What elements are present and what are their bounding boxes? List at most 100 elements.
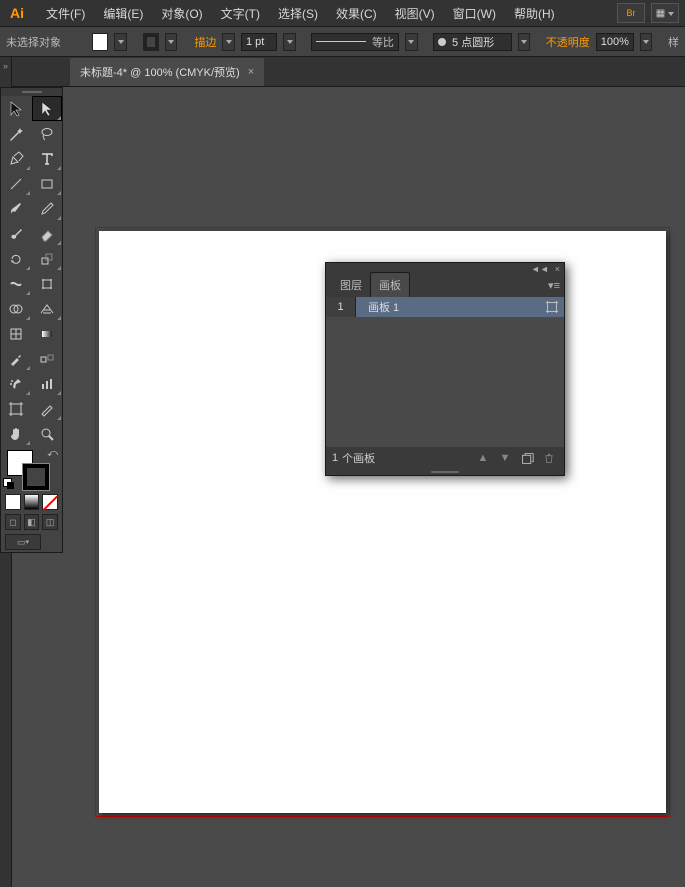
hand-tool[interactable] bbox=[1, 421, 31, 446]
style-label[interactable]: 样 bbox=[668, 34, 679, 50]
magic-wand-tool[interactable] bbox=[1, 121, 31, 146]
rectangle-tool[interactable] bbox=[32, 171, 62, 196]
stroke-swatch[interactable] bbox=[143, 33, 159, 51]
paintbrush-tool[interactable] bbox=[1, 196, 31, 221]
panel-menu-icon[interactable]: ▾≡ bbox=[548, 279, 560, 292]
gradient-tool[interactable] bbox=[32, 321, 62, 346]
color-gradient-icon[interactable] bbox=[24, 494, 40, 510]
brush-dd[interactable] bbox=[518, 33, 531, 51]
document-tab-title: 未标题-4* @ 100% (CMYK/预览) bbox=[80, 64, 240, 80]
delete-artboard-icon[interactable] bbox=[540, 450, 558, 466]
menu-file[interactable]: 文件(F) bbox=[38, 1, 93, 26]
document-tab-bar: 未标题-4* @ 100% (CMYK/预览) × bbox=[12, 57, 685, 87]
expand-dock-icon[interactable]: » bbox=[1, 61, 11, 71]
stroke-weight-field[interactable]: 1 pt bbox=[241, 33, 277, 51]
selection-tool[interactable] bbox=[1, 96, 31, 121]
shape-builder-tool[interactable] bbox=[1, 296, 31, 321]
toolbox-grip[interactable] bbox=[1, 88, 62, 96]
canvas-area[interactable]: ◄◄ × 图层 画板 ▾≡ 1 画板 1 1 个画板 ▲ ▼ bbox=[75, 87, 685, 887]
brush-field[interactable]: 5 点圆形 bbox=[433, 33, 512, 51]
panel-footer: 1 个画板 ▲ ▼ bbox=[326, 447, 564, 469]
draw-inside-icon[interactable]: ◫ bbox=[42, 514, 58, 530]
slice-tool[interactable] bbox=[32, 396, 62, 421]
blob-brush-tool[interactable] bbox=[1, 221, 31, 246]
zoom-tool[interactable] bbox=[32, 421, 62, 446]
tab-close-icon[interactable]: × bbox=[248, 66, 254, 78]
default-fill-stroke-icon[interactable] bbox=[3, 478, 15, 490]
panel-collapse-icon[interactable]: ◄◄ bbox=[531, 264, 549, 274]
stroke-color-box[interactable] bbox=[23, 464, 49, 490]
control-bar: 未选择对象 描边 1 pt 等比 5 点圆形 不透明度 100% 样 bbox=[0, 27, 685, 57]
move-up-icon[interactable]: ▲ bbox=[474, 450, 492, 466]
line-tool[interactable] bbox=[1, 171, 31, 196]
mesh-tool[interactable] bbox=[1, 321, 31, 346]
rotate-tool[interactable] bbox=[1, 246, 31, 271]
color-mode-row bbox=[1, 492, 62, 512]
brush-value: 5 点圆形 bbox=[452, 34, 494, 50]
stroke-dropdown[interactable] bbox=[165, 33, 178, 51]
profile-label: 等比 bbox=[372, 34, 394, 50]
arrange-docs-button[interactable]: ▦ bbox=[651, 3, 679, 23]
toolbox: ⤺ ◻ ◧ ◫ ▭▾ bbox=[0, 87, 63, 553]
screen-mode-row: ▭▾ bbox=[1, 532, 62, 552]
eraser-tool[interactable] bbox=[32, 221, 62, 246]
swap-fill-stroke-icon[interactable]: ⤺ bbox=[47, 448, 58, 459]
menu-edit[interactable]: 编辑(E) bbox=[95, 1, 151, 26]
menu-view[interactable]: 视图(V) bbox=[387, 1, 443, 26]
fill-dropdown[interactable] bbox=[114, 33, 127, 51]
pen-tool[interactable] bbox=[1, 146, 31, 171]
color-none-icon[interactable] bbox=[42, 494, 58, 510]
panel-resize-grip[interactable] bbox=[326, 469, 564, 475]
scale-tool[interactable] bbox=[32, 246, 62, 271]
new-artboard-icon[interactable] bbox=[518, 450, 536, 466]
menu-bar: Ai 文件(F) 编辑(E) 对象(O) 文字(T) 选择(S) 效果(C) 视… bbox=[0, 0, 685, 27]
menu-help[interactable]: 帮助(H) bbox=[506, 1, 563, 26]
selection-status: 未选择对象 bbox=[6, 34, 61, 50]
panel-body: 1 画板 1 bbox=[326, 297, 564, 447]
artboard-row[interactable]: 1 画板 1 bbox=[326, 297, 564, 317]
menu-select[interactable]: 选择(S) bbox=[270, 1, 326, 26]
column-graph-tool[interactable] bbox=[32, 371, 62, 396]
opacity-dd[interactable] bbox=[640, 33, 653, 51]
lasso-tool[interactable] bbox=[32, 121, 62, 146]
draw-normal-icon[interactable]: ◻ bbox=[5, 514, 21, 530]
tab-layers[interactable]: 图层 bbox=[332, 273, 370, 297]
fill-swatch[interactable] bbox=[92, 33, 108, 51]
perspective-grid-tool[interactable] bbox=[32, 296, 62, 321]
artboard-row-name[interactable]: 画板 1 bbox=[356, 299, 540, 315]
artboard-options-icon[interactable] bbox=[540, 297, 564, 317]
draw-mode-row: ◻ ◧ ◫ bbox=[1, 512, 62, 532]
screen-mode-icon[interactable]: ▭▾ bbox=[5, 534, 41, 550]
panel-close-icon[interactable]: × bbox=[555, 264, 560, 274]
app-logo: Ai bbox=[4, 3, 30, 23]
pencil-tool[interactable] bbox=[32, 196, 62, 221]
bridge-button[interactable]: Br bbox=[617, 3, 645, 23]
opacity-field[interactable]: 100% bbox=[596, 33, 634, 51]
stroke-label[interactable]: 描边 bbox=[194, 34, 216, 50]
width-tool[interactable] bbox=[1, 271, 31, 296]
stroke-weight-dd[interactable] bbox=[283, 33, 296, 51]
type-tool[interactable] bbox=[32, 146, 62, 171]
menu-object[interactable]: 对象(O) bbox=[153, 1, 210, 26]
menu-text[interactable]: 文字(T) bbox=[213, 1, 268, 26]
stroke-profile-field[interactable]: 等比 bbox=[311, 33, 398, 51]
free-transform-tool[interactable] bbox=[32, 271, 62, 296]
tab-artboards[interactable]: 画板 bbox=[370, 272, 410, 297]
artboards-panel: ◄◄ × 图层 画板 ▾≡ 1 画板 1 1 个画板 ▲ ▼ bbox=[325, 262, 565, 476]
draw-behind-icon[interactable]: ◧ bbox=[24, 514, 40, 530]
fill-stroke-control[interactable]: ⤺ bbox=[1, 446, 62, 492]
blend-tool[interactable] bbox=[32, 346, 62, 371]
artboard-row-number: 1 bbox=[326, 297, 356, 317]
artboard-tool[interactable] bbox=[1, 396, 31, 421]
menu-window[interactable]: 窗口(W) bbox=[445, 1, 504, 26]
opacity-label[interactable]: 不透明度 bbox=[546, 34, 590, 50]
symbol-sprayer-tool[interactable] bbox=[1, 371, 31, 396]
document-tab[interactable]: 未标题-4* @ 100% (CMYK/预览) × bbox=[70, 58, 264, 86]
color-solid-icon[interactable] bbox=[5, 494, 21, 510]
stroke-weight-down[interactable] bbox=[222, 33, 235, 51]
direct-selection-tool[interactable] bbox=[32, 96, 62, 121]
stroke-profile-dd[interactable] bbox=[405, 33, 418, 51]
move-down-icon[interactable]: ▼ bbox=[496, 450, 514, 466]
menu-effect[interactable]: 效果(C) bbox=[328, 1, 385, 26]
eyedropper-tool[interactable] bbox=[1, 346, 31, 371]
